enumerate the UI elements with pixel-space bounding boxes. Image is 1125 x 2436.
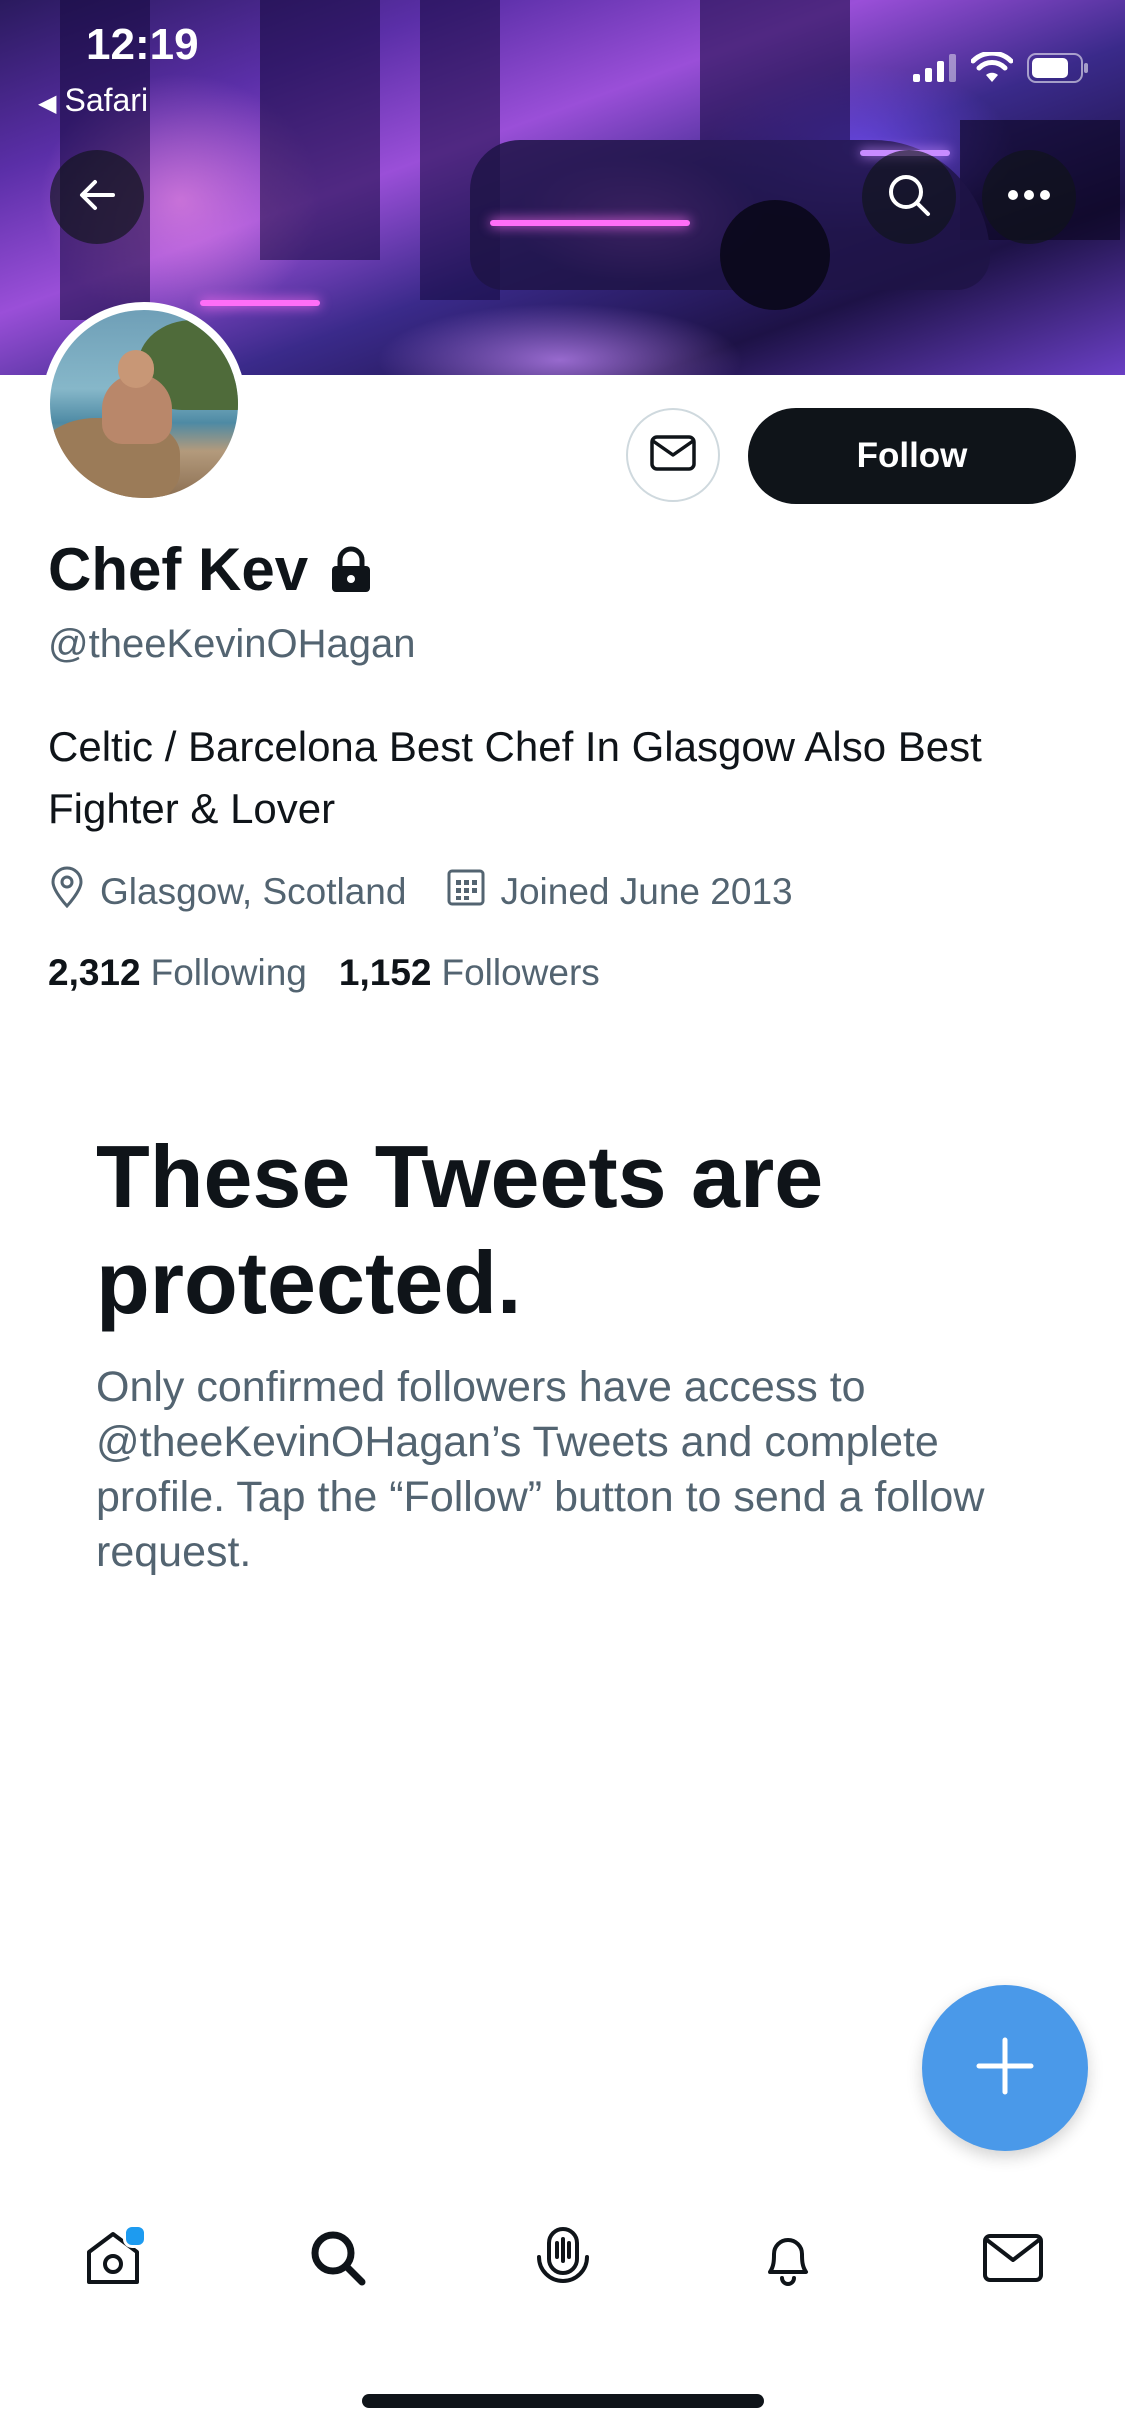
lock-icon <box>328 546 374 594</box>
status-bar: 12:19 ◀ Safari <box>0 0 1125 120</box>
tab-spaces[interactable] <box>503 2200 623 2320</box>
tab-messages[interactable] <box>953 2200 1073 2320</box>
banner-neon <box>490 220 690 226</box>
back-triangle-icon: ◀ <box>38 90 57 117</box>
profile-bio: Celtic / Barcelona Best Chef In Glasgow … <box>48 723 982 832</box>
calendar-icon <box>446 867 500 916</box>
wifi-icon <box>970 50 1014 89</box>
envelope-icon <box>650 434 696 476</box>
tab-notifications[interactable] <box>728 2200 848 2320</box>
back-app-label: Safari <box>64 82 149 118</box>
protected-description: Only confirmed followers have access to … <box>96 1363 985 1576</box>
profile-page: 12:19 ◀ Safari Follow Chef Kev @theeKevi… <box>0 0 1125 2436</box>
followers-count: 1,152 <box>338 952 432 993</box>
avatar-photo <box>50 310 238 498</box>
location-pin-icon <box>48 866 100 917</box>
back-to-app-link[interactable]: ◀ Safari <box>38 82 148 119</box>
more-dots-icon <box>1007 188 1051 206</box>
followers-link[interactable]: 1,152 Followers <box>339 952 600 994</box>
status-icons <box>913 50 1089 89</box>
avatar-head <box>118 350 154 388</box>
bell-icon <box>756 2226 820 2295</box>
followers-label: Followers <box>441 952 600 993</box>
spaces-icon <box>531 2225 595 2296</box>
search-button[interactable] <box>862 150 956 244</box>
profile-handle: @theeKevinOHagan <box>48 622 416 666</box>
following-link[interactable]: 2,312 Following <box>48 952 307 994</box>
profile-location: Glasgow, Scotland <box>48 866 406 917</box>
protected-title: These Tweets are protected. <box>96 1127 824 1332</box>
plus-icon <box>975 2036 1035 2101</box>
envelope-icon <box>981 2230 1045 2291</box>
message-button[interactable] <box>626 408 720 502</box>
more-options-button[interactable] <box>982 150 1076 244</box>
status-time: 12:19 <box>86 20 199 69</box>
joined-text: Joined June 2013 <box>500 870 793 912</box>
profile-meta: Glasgow, Scotland Joined June 2013 <box>48 866 833 917</box>
follow-counts: 2,312 Following 1,152 Followers <box>48 952 632 994</box>
profile-name: Chef Kev <box>48 535 374 604</box>
profile-joined: Joined June 2013 <box>446 867 793 916</box>
tab-home[interactable] <box>53 2200 173 2320</box>
banner-neon <box>200 300 320 306</box>
profile-name-text: Chef Kev <box>48 536 309 603</box>
notification-dot <box>122 2224 147 2248</box>
banner-car-wheel <box>720 200 830 310</box>
following-label: Following <box>150 952 307 993</box>
arrow-left-icon <box>75 173 119 222</box>
tab-search[interactable] <box>278 2200 398 2320</box>
search-icon <box>306 2226 370 2295</box>
battery-icon <box>1027 53 1089 88</box>
compose-tweet-button[interactable] <box>922 1985 1088 2151</box>
profile-avatar[interactable] <box>42 302 246 506</box>
follow-button[interactable]: Follow <box>748 408 1076 504</box>
following-count: 2,312 <box>48 952 141 993</box>
location-text: Glasgow, Scotland <box>100 870 407 912</box>
bottom-tab-bar <box>0 2190 1125 2330</box>
cellular-signal-icon <box>913 54 957 87</box>
search-icon <box>885 171 933 224</box>
home-indicator[interactable] <box>362 2394 764 2408</box>
back-button[interactable] <box>50 150 144 244</box>
